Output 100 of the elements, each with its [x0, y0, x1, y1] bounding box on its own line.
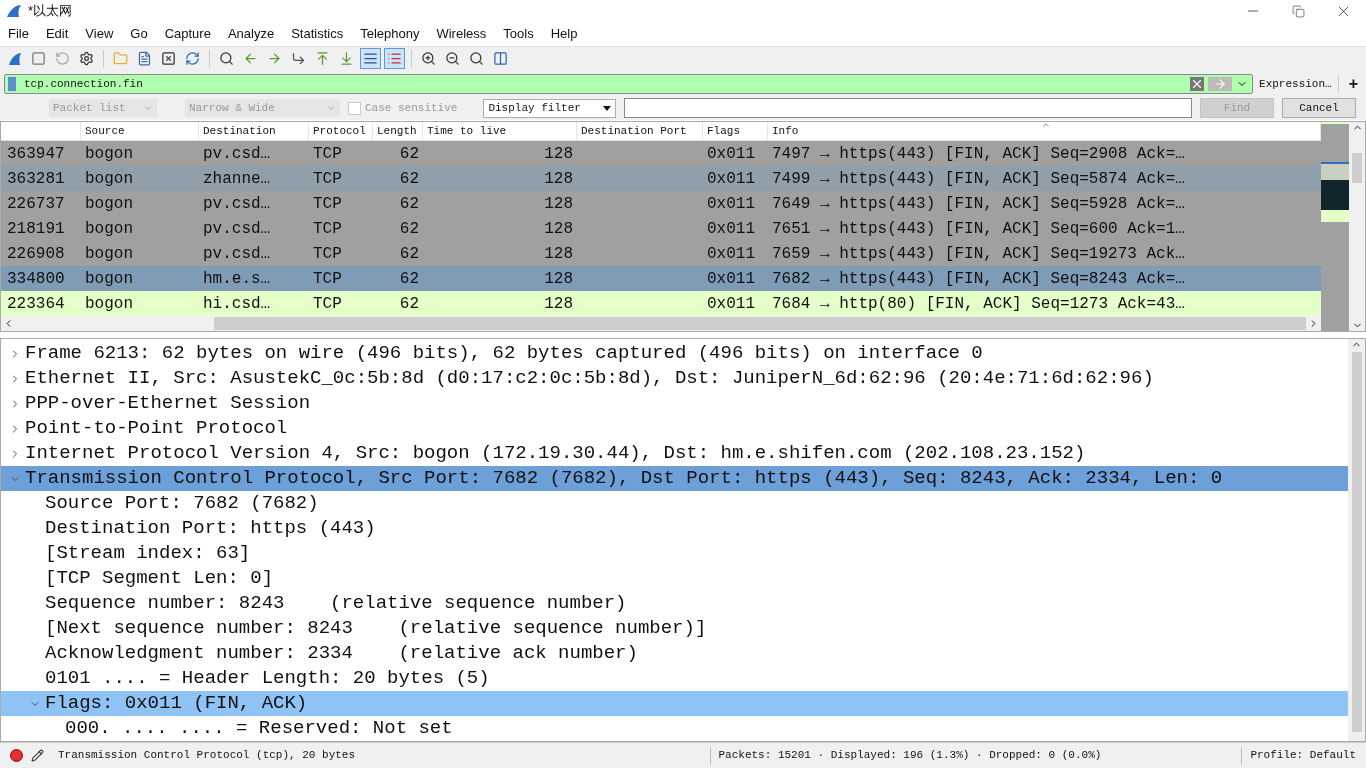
tree-text: Sequence number: 8243 (relative sequence number) [45, 591, 627, 617]
table-cell-text: 7651 → https(443) [FIN, ACK] Seq=600 Ack=1… [771, 218, 1186, 240]
table-cell-text: 128 [543, 243, 574, 265]
table-cell-text: bogon [84, 168, 134, 190]
tree-row[interactable]: Acknowledgment number: 2334 (relative ack number) [1, 641, 1348, 666]
table-cell-text: 0x011 [706, 143, 756, 165]
menu-item[interactable]: Tools [503, 24, 534, 44]
tree-row[interactable]: [TCP Segment Len: 0] [1, 566, 1348, 591]
table-cell-text: 0x011 [706, 293, 756, 315]
table-cell-text: 7682 → https(443) [FIN, ACK] Seq=8243 Ack=… [771, 268, 1186, 290]
table-cell-text: 7649 → https(443) [FIN, ACK] Seq=5928 Ack=… [771, 193, 1186, 215]
toolbar-button[interactable] [360, 48, 381, 69]
filter-field[interactable]: tcp.connection.fin [4, 74, 1254, 94]
tree-row[interactable]: Sequence number: 8243 (relative sequence number) [1, 591, 1348, 616]
tree-text: Internet Protocol Version 4, Src: bogon (172.19.30.44), Dst: hm.e.shifen.com (202.108.23.152) [25, 441, 1086, 467]
menu-item[interactable]: Capture [164, 24, 211, 44]
filter-text: tcp.connection.fin [24, 76, 143, 92]
stop-icon [31, 51, 46, 66]
tree-text: Flags: 0x011 (FIN, ACK) [45, 691, 308, 717]
scroll-thumb[interactable] [1352, 153, 1362, 183]
tree-row[interactable]: PPP-over-Ethernet Session [1, 391, 1348, 416]
file-icon [137, 51, 152, 66]
restore-icon[interactable] [1292, 4, 1305, 18]
table-cell-text: 62 [398, 168, 420, 190]
cancel-button[interactable]: Cancel [1282, 98, 1356, 118]
tree-text: PPP-over-Ethernet Session [25, 391, 311, 417]
tree-row[interactable]: Frame 6213: 62 bytes on wire (496 bits), 62 bytes captured (496 bits) on interface 0 [1, 341, 1348, 366]
column-header[interactable]: Protocol [309, 122, 373, 140]
packet-row[interactable]: 363281 bogon zhanne… TCP 62 128 0x011 7499 → https(443) [FIN, ACK] Seq=5874 Ack=… [1, 166, 1321, 191]
tree-row[interactable]: Source Port: 7682 (7682) [1, 491, 1348, 516]
menu-item[interactable]: View [85, 24, 114, 44]
vertical-scrollbar[interactable] [1348, 339, 1365, 741]
menu-item[interactable]: Wireless [436, 24, 487, 44]
sort-icon [1041, 122, 1051, 130]
expert-info-icon[interactable] [10, 749, 23, 762]
table-cell-text: 62 [398, 293, 420, 315]
tree-row[interactable]: Point-to-Point Protocol [1, 416, 1348, 441]
caret-icon [603, 105, 612, 111]
status-text: Transmission Control Protocol (tcp), 20 bytes [58, 748, 356, 764]
table-cell-text: 128 [543, 168, 574, 190]
table-cell-text: bogon [84, 293, 134, 315]
table-cell-text: 226737 [6, 193, 66, 215]
search-field[interactable] [624, 98, 1192, 118]
packet-row[interactable]: 218191 bogon pv.csd… TCP 62 128 0x011 7651 → https(443) [FIN, ACK] Seq=600 Ack=1… [1, 216, 1321, 241]
scroll-thumb[interactable] [214, 317, 1306, 330]
packet-row[interactable]: 223364 bogon hi.csd… TCP 62 128 0x011 7684 → http(80) [FIN, ACK] Seq=1273 Ack=43… [1, 291, 1321, 316]
tree-row[interactable]: 0101 .... = Header Length: 20 bytes (5) [1, 666, 1348, 691]
packet-row[interactable]: 363947 bogon pv.csd… TCP 62 128 0x011 7497 → https(443) [FIN, ACK] Seq=2908 Ack=… [1, 141, 1321, 166]
packet-row[interactable]: 334800 bogon hm.e.s… TCP 62 128 0x011 7682 → https(443) [FIN, ACK] Seq=8243 Ack=… [1, 266, 1321, 291]
table-cell-text: 363947 [6, 143, 66, 165]
menu-item[interactable]: File [8, 24, 29, 44]
clear-icon[interactable] [1190, 77, 1205, 91]
tree-row[interactable]: Flags: 0x011 (FIN, ACK) [1, 691, 1348, 716]
colorize-icon [387, 51, 402, 66]
column-header[interactable]: Destination Port [577, 122, 703, 140]
menu-item[interactable]: Edit [45, 24, 69, 44]
checkbox-label: Case sensitive [365, 100, 458, 116]
menu-item[interactable]: Help [550, 24, 578, 44]
table-cell-text: 7659 → https(443) [FIN, ACK] Seq=19273 Ack… [771, 243, 1186, 265]
tree-row[interactable]: [Stream index: 63] [1, 541, 1348, 566]
menu-item[interactable]: Analyze [227, 24, 275, 44]
column-header[interactable]: Source [81, 122, 199, 140]
horizontal-scrollbar[interactable] [1, 316, 1321, 331]
tree-row[interactable]: [Next sequence number: 8243 (relative sequence number)] [1, 616, 1348, 641]
normal-size-icon [469, 51, 484, 66]
tree-row[interactable]: Destination Port: https (443) [1, 516, 1348, 541]
add-filter-button[interactable]: + [1344, 72, 1362, 96]
table-cell-text: 62 [398, 243, 420, 265]
scroll-thumb[interactable] [1351, 352, 1362, 732]
table-cell-text: hi.csd… [202, 293, 272, 315]
tree-row[interactable]: Internet Protocol Version 4, Src: bogon (172.19.30.44), Dst: hm.e.shifen.com (202.108.23.152) [1, 441, 1348, 466]
packet-counts: Packets: 15201 · Displayed: 196 (1.3%) · Dropped: 0 (0.0%) [718, 748, 1102, 764]
table-cell-text: 62 [398, 268, 420, 290]
packet-minimap[interactable] [1321, 122, 1365, 331]
menu-item[interactable]: Go [130, 24, 148, 44]
tree-text: Destination Port: https (443) [45, 516, 376, 542]
case-checkbox[interactable] [348, 101, 361, 115]
forward-icon [267, 51, 282, 66]
table-cell-text: 128 [543, 268, 574, 290]
tree-row[interactable]: Ethernet II, Src: AsustekC_0c:5b:8d (d0:17:c2:0c:5b:8d), Dst: JuniperN_6d:62:96 (20:4e:71:6d:62:96) [1, 366, 1348, 391]
column-header[interactable]: Time to live [423, 122, 577, 140]
comment-icon[interactable] [31, 749, 44, 762]
packet-row[interactable]: 226908 bogon pv.csd… TCP 62 128 0x011 7659 → https(443) [FIN, ACK] Seq=19273 Ack… [1, 241, 1321, 266]
expression-link[interactable]: Expression… [1259, 75, 1332, 93]
table-cell-text: bogon [84, 268, 134, 290]
apply-icon[interactable] [1208, 77, 1233, 91]
search-type-dropdown[interactable]: Display filter [483, 98, 617, 118]
column-header[interactable]: Destination [199, 122, 309, 140]
tree-text: Frame 6213: 62 bytes on wire (496 bits), 62 bytes captured (496 bits) on interface 0 [25, 341, 983, 367]
menu-item[interactable]: Statistics [291, 24, 344, 44]
column-header[interactable]: Length [373, 122, 423, 140]
packet-row[interactable]: 226737 bogon pv.csd… TCP 62 128 0x011 7649 → https(443) [FIN, ACK] Seq=5928 Ack=… [1, 191, 1321, 216]
zoom-out-icon [445, 51, 460, 66]
menu-item[interactable]: Telephony [360, 24, 420, 44]
table-cell-text: 7499 → https(443) [FIN, ACK] Seq=5874 Ack=… [771, 168, 1186, 190]
app-icon [6, 4, 22, 18]
tree-text: Ethernet II, Src: AsustekC_0c:5b:8d (d0:17:c2:0c:5b:8d), Dst: JuniperN_6d:62:96 (20:4e:71:6d:62:96) [25, 366, 1154, 392]
resize-columns-icon [493, 51, 508, 66]
tree-row[interactable]: 000. .... .... = Reserved: Not set [1, 716, 1348, 741]
column-header[interactable]: Flags [703, 122, 768, 140]
